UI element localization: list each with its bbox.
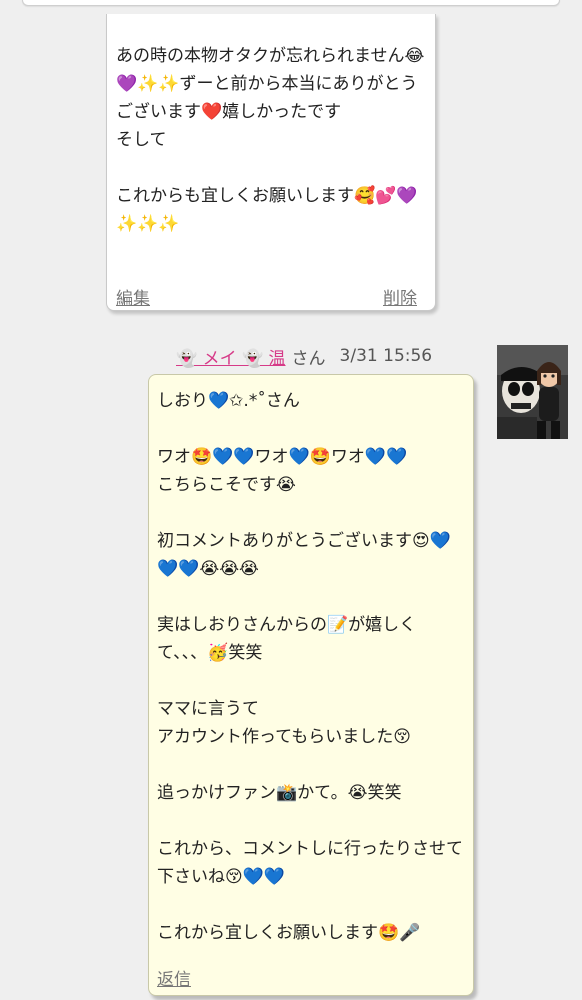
comment-bubble: しおり💙✩.*˚さん ワオ🤩💙💙ワオ💙🤩ワオ💙💙 こちらこそです😭 初コメントあ… (148, 374, 474, 996)
comment-header: 👻 メイ 👻 温 さん 3/31 15:56 (176, 343, 432, 369)
avatar[interactable] (497, 345, 568, 439)
edit-link[interactable]: 編集 (116, 284, 150, 309)
avatar-image (497, 345, 568, 439)
previous-comment-text: あの時の本物オタクが忘れられません😂💜✨✨ずーと前から本当にありがとうございます… (116, 46, 425, 234)
reply-link[interactable]: 返信 (157, 965, 191, 990)
comment-text: しおり💙✩.*˚さん ワオ🤩💙💙ワオ💙🤩ワオ💙💙 こちらこそです😭 初コメントあ… (157, 391, 463, 943)
comment-date: 3/31 15:56 (339, 346, 433, 366)
author-name-link[interactable]: 👻 メイ 👻 温 (176, 344, 286, 369)
delete-link[interactable]: 削除 (383, 284, 417, 309)
author-suffix: さん (291, 348, 326, 369)
top-input-bar (22, 0, 560, 6)
previous-comment-card: あの時の本物オタクが忘れられません😂💜✨✨ずーと前から本当にありがとうございます… (106, 14, 436, 311)
